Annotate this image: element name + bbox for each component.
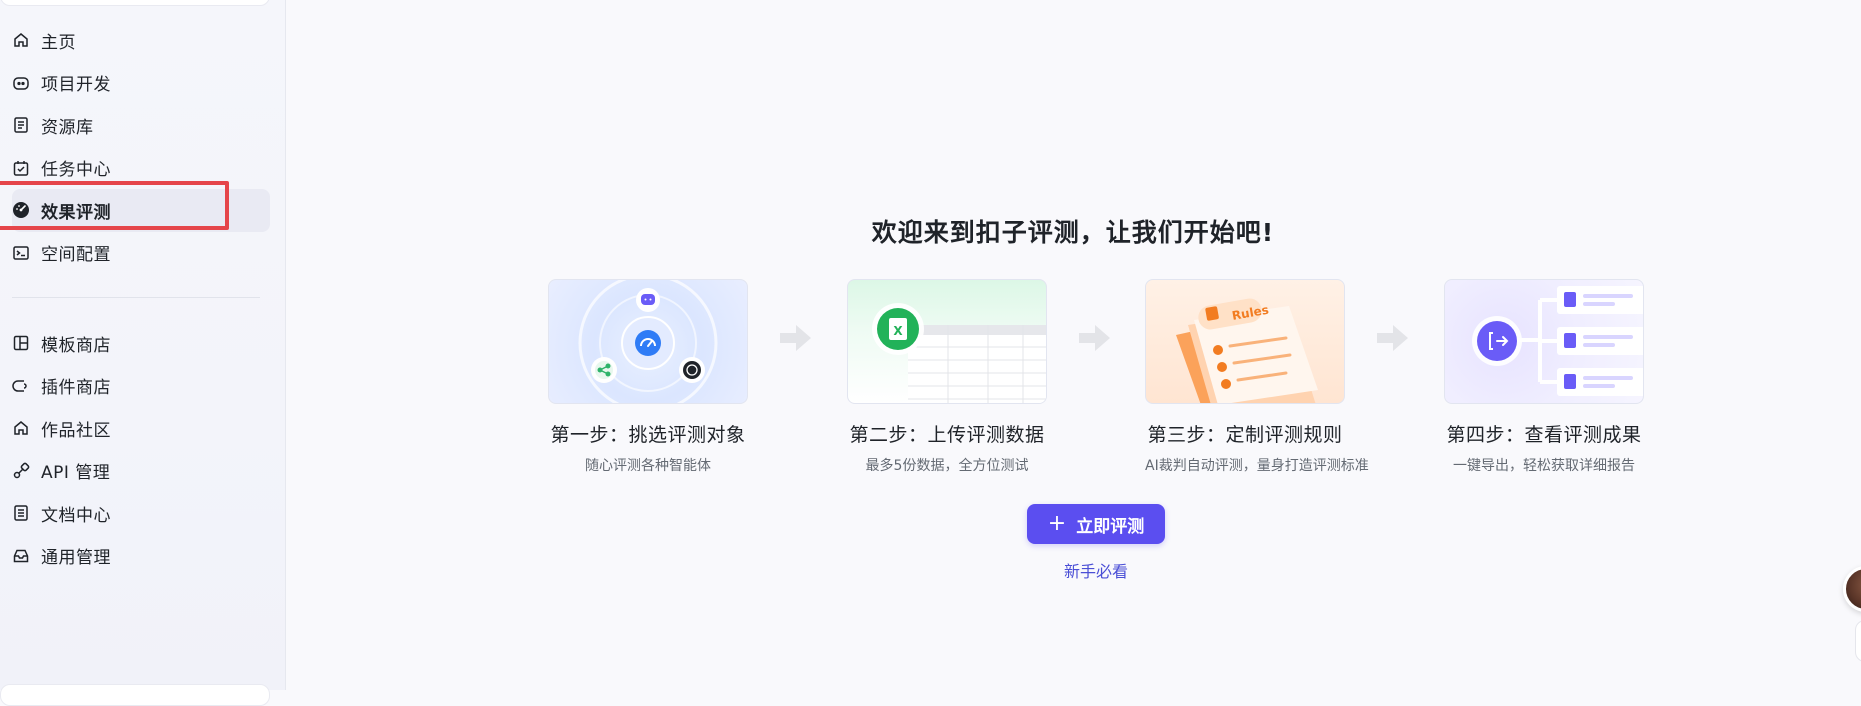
sidebar-item-label: 文档中心 [41, 505, 111, 526]
step-3-illustration: Rules [1145, 279, 1345, 404]
sidebar-item-label: 任务中心 [41, 160, 111, 181]
sidebar-item-general-settings[interactable]: 通用管理 [0, 535, 285, 578]
arrow-right-icon [1377, 325, 1408, 351]
template-icon [12, 334, 30, 352]
sidebar-item-plugin-store[interactable]: 插件商店 [0, 365, 285, 408]
step-1-illustration [548, 279, 748, 404]
sidebar-item-docs[interactable]: 文档中心 [0, 492, 285, 535]
sidebar-item-label: API 管理 [41, 463, 111, 484]
sidebar-item-home[interactable]: 主页 [0, 19, 285, 62]
sidebar-item-label: 通用管理 [41, 548, 111, 569]
inbox-icon [12, 547, 30, 565]
doc-icon [12, 504, 30, 522]
bot-icon [12, 74, 30, 92]
sidebar-top-card[interactable] [0, 0, 270, 6]
step-2-illustration: X [847, 279, 1047, 404]
step-2: X 第二步：上传评测数据 最多5份数据，全方位测试 [847, 279, 1047, 475]
floating-side-tab[interactable] [1855, 620, 1861, 662]
sidebar-nav-secondary: 模板商店 插件商店 作品社区 API 管理 文档中心 通用管理 [0, 322, 285, 577]
sidebar-item-library[interactable]: 资源库 [0, 104, 285, 147]
sidebar-item-template-store[interactable]: 模板商店 [0, 322, 285, 365]
arrow-right-icon [1079, 325, 1110, 351]
step-4-illustration [1444, 279, 1644, 404]
assistant-avatar[interactable] [1843, 566, 1861, 612]
sidebar-item-label: 作品社区 [41, 420, 111, 441]
task-icon [12, 159, 30, 177]
plugin-icon [12, 377, 30, 395]
arrow-right-icon [780, 325, 811, 351]
sidebar-item-api[interactable]: API 管理 [0, 450, 285, 493]
sidebar-divider [12, 297, 260, 298]
sidebar-item-projects[interactable]: 项目开发 [0, 62, 285, 105]
step-4-subtitle: 一键导出，轻松获取详细报告 [1453, 458, 1635, 474]
beginner-guide-link[interactable]: 新手必看 [1027, 558, 1165, 582]
svg-text:X: X [893, 324, 903, 338]
library-icon [12, 116, 30, 134]
community-icon [12, 419, 30, 437]
sidebar-item-tasks[interactable]: 任务中心 [0, 147, 285, 190]
step-3-subtitle: AI裁判自动评测，量身打造评测标准 [1145, 458, 1369, 474]
plus-icon: + [1047, 511, 1067, 536]
sidebar-item-label: 模板商店 [41, 335, 111, 356]
sidebar-item-label: 主页 [41, 32, 76, 53]
start-evaluation-button[interactable]: + 立即评测 [1027, 504, 1165, 544]
step-2-title: 第二步：上传评测数据 [849, 424, 1045, 446]
step-3-title: 第三步：定制评测规则 [1147, 424, 1343, 446]
page-title: 欢迎来到扣子评测，让我们开始吧! [871, 218, 1275, 247]
step-4: 第四步：查看评测成果 一键导出，轻松获取详细报告 [1444, 279, 1644, 475]
step-3: Rules 第三步：定制评测规则 AI裁判自动评测，量身打造评测标准 [1145, 279, 1369, 475]
step-2-subtitle: 最多5份数据，全方位测试 [865, 458, 1029, 474]
step-4-title: 第四步：查看评测成果 [1446, 424, 1642, 446]
sidebar-item-label: 项目开发 [41, 75, 111, 96]
sidebar-item-community[interactable]: 作品社区 [0, 407, 285, 450]
sidebar-bottom-card[interactable] [0, 684, 270, 706]
step-1-subtitle: 随心评测各种智能体 [585, 458, 711, 474]
home-icon [12, 31, 30, 49]
step-1-title: 第一步：挑选评测对象 [550, 424, 746, 446]
sidebar-item-label: 资源库 [41, 117, 94, 138]
start-evaluation-label: 立即评测 [1076, 516, 1145, 537]
sidebar: 主页 项目开发 资源库 任务中心 效果评测 空间配置 模板商店 插件商店 作品社… [0, 0, 286, 706]
api-icon [12, 462, 30, 480]
sidebar-item-label: 插件商店 [41, 378, 111, 399]
step-1: 第一步：挑选评测对象 随心评测各种智能体 [548, 279, 748, 475]
